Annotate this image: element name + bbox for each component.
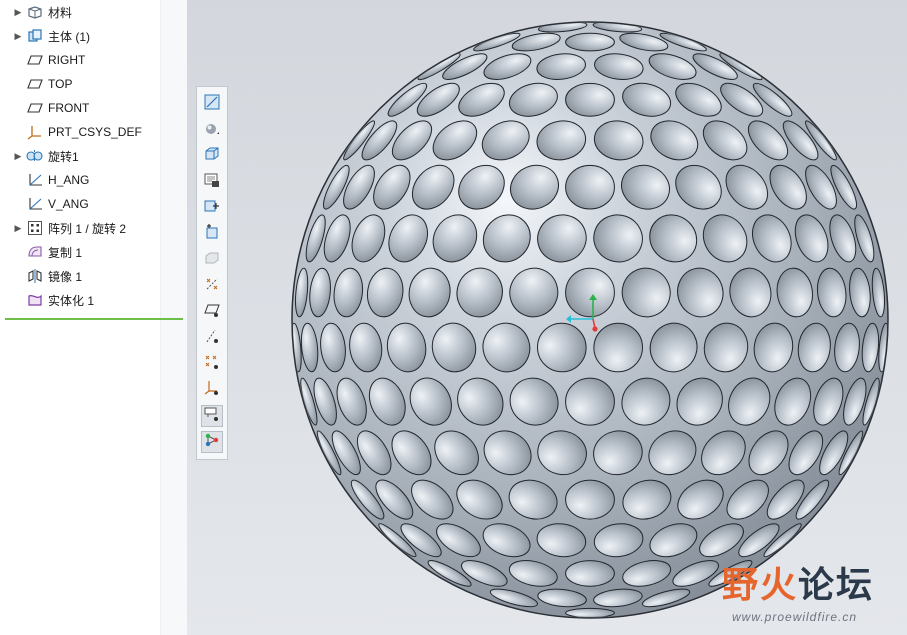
- solidify-icon: [26, 292, 44, 308]
- golf-ball-model[interactable]: [187, 0, 907, 635]
- zoom-out-button[interactable]: [201, 223, 223, 245]
- view-manager-icon: [204, 172, 220, 193]
- csys-display-icon: [204, 380, 220, 401]
- point-display-button[interactable]: [201, 353, 223, 375]
- revolve-icon: [26, 148, 44, 164]
- annotation-display-icon: [204, 406, 220, 427]
- view-toolbar: [196, 86, 228, 460]
- view-manager-button[interactable]: [201, 171, 223, 193]
- body-icon: [26, 28, 44, 44]
- axis-display-icon: [204, 328, 220, 349]
- insert-here-line[interactable]: [5, 318, 183, 320]
- dimple: [565, 560, 615, 587]
- expand-arrow-icon[interactable]: ▶: [12, 151, 24, 162]
- tree-item-label: 材料: [48, 5, 73, 20]
- tree-item-label: TOP: [48, 77, 73, 91]
- repaint-icon: [204, 250, 220, 271]
- tree-item-pattern-1[interactable]: ▶ 阵列 1 / 旋转 2: [0, 217, 186, 239]
- tree-item-label: 实体化 1: [48, 293, 95, 308]
- tree-item-solidify-1[interactable]: 实体化 1: [0, 289, 186, 311]
- repaint-button[interactable]: [201, 249, 223, 271]
- tree-item-label: V_ANG: [48, 197, 89, 211]
- watermark-logo: 野火论坛: [722, 564, 875, 605]
- plane-display-icon: [204, 302, 220, 323]
- graphics-viewport[interactable]: [187, 0, 907, 635]
- tree-item-material[interactable]: ▶ 材料: [0, 1, 186, 23]
- forum-watermark: 野火论坛 www.proewildfire.cn: [722, 556, 902, 628]
- tree-item-label: 阵列 1 / 旋转 2: [48, 221, 127, 236]
- dimple: [565, 607, 615, 617]
- tree-item-csys[interactable]: PRT_CSYS_DEF: [0, 121, 186, 143]
- dimple: [565, 32, 615, 52]
- tree-item-label: 旋转1: [48, 149, 79, 164]
- spin-center-icon: [204, 432, 220, 453]
- pattern-icon: [26, 220, 44, 236]
- tree-item-label: 复制 1: [48, 245, 83, 260]
- expand-arrow-icon[interactable]: ▶: [12, 31, 24, 42]
- datum-display-button[interactable]: [201, 275, 223, 297]
- tree-item-right-plane[interactable]: RIGHT: [0, 49, 186, 71]
- watermark-url: www.proewildfire.cn: [732, 610, 858, 624]
- annotation-display-button[interactable]: [201, 405, 223, 427]
- dimple: [565, 377, 615, 426]
- plane-display-button[interactable]: [201, 301, 223, 323]
- copy-icon: [26, 244, 44, 260]
- tree-item-body[interactable]: ▶ 主体 (1): [0, 25, 186, 47]
- axis-display-button[interactable]: [201, 327, 223, 349]
- zoom-in-icon: [204, 198, 220, 219]
- tree-item-front-plane[interactable]: FRONT: [0, 97, 186, 119]
- datum-display-icon: [204, 276, 220, 297]
- dimple: [565, 164, 615, 210]
- coordinate-system-icon: [26, 124, 44, 140]
- datum-axis-icon: [26, 196, 44, 212]
- tree-item-label: RIGHT: [48, 53, 86, 67]
- dimple: [565, 82, 615, 117]
- tree-item-label: 镜像 1: [48, 269, 83, 284]
- datum-plane-icon: [26, 52, 44, 68]
- display-style-button[interactable]: [201, 119, 223, 141]
- tree-item-label: 主体 (1): [48, 29, 91, 44]
- tree-item-copy-1[interactable]: 复制 1: [0, 241, 186, 263]
- spin-center-button[interactable]: [201, 431, 223, 453]
- display-style-icon: [204, 120, 220, 141]
- tree-item-mirror-1[interactable]: 镜像 1: [0, 265, 186, 287]
- point-display-icon: [204, 354, 220, 375]
- dimple: [565, 479, 615, 520]
- dimple: [565, 267, 615, 318]
- expand-arrow-icon[interactable]: ▶: [12, 7, 24, 18]
- datum-plane-icon: [26, 76, 44, 92]
- zoom-in-button[interactable]: [201, 197, 223, 219]
- tree-item-top-plane[interactable]: TOP: [0, 73, 186, 95]
- saved-views-button[interactable]: [201, 145, 223, 167]
- tree-item-revolve-1[interactable]: ▶ 旋转1: [0, 145, 186, 167]
- datum-axis-icon: [26, 172, 44, 188]
- zoom-out-icon: [204, 223, 220, 245]
- saved-views-icon: [204, 146, 220, 167]
- mirror-icon: [26, 268, 44, 284]
- csys-display-button[interactable]: [201, 379, 223, 401]
- datum-plane-icon: [26, 100, 44, 116]
- tree-item-v-ang[interactable]: V_ANG: [0, 193, 186, 215]
- tree-item-label: FRONT: [48, 101, 90, 115]
- expand-arrow-icon[interactable]: ▶: [12, 223, 24, 234]
- refit-icon: [204, 94, 220, 115]
- model-tree-panel: ▶ 材料 ▶ 主体 (1) RIGHT TOP FRONT PRT_CSYS_D…: [0, 0, 187, 635]
- tree-item-label: PRT_CSYS_DEF: [48, 125, 142, 139]
- material-icon: [26, 4, 44, 20]
- tree-item-label: H_ANG: [48, 173, 90, 187]
- refit-button[interactable]: [201, 93, 223, 115]
- tree-item-h-ang[interactable]: H_ANG: [0, 169, 186, 191]
